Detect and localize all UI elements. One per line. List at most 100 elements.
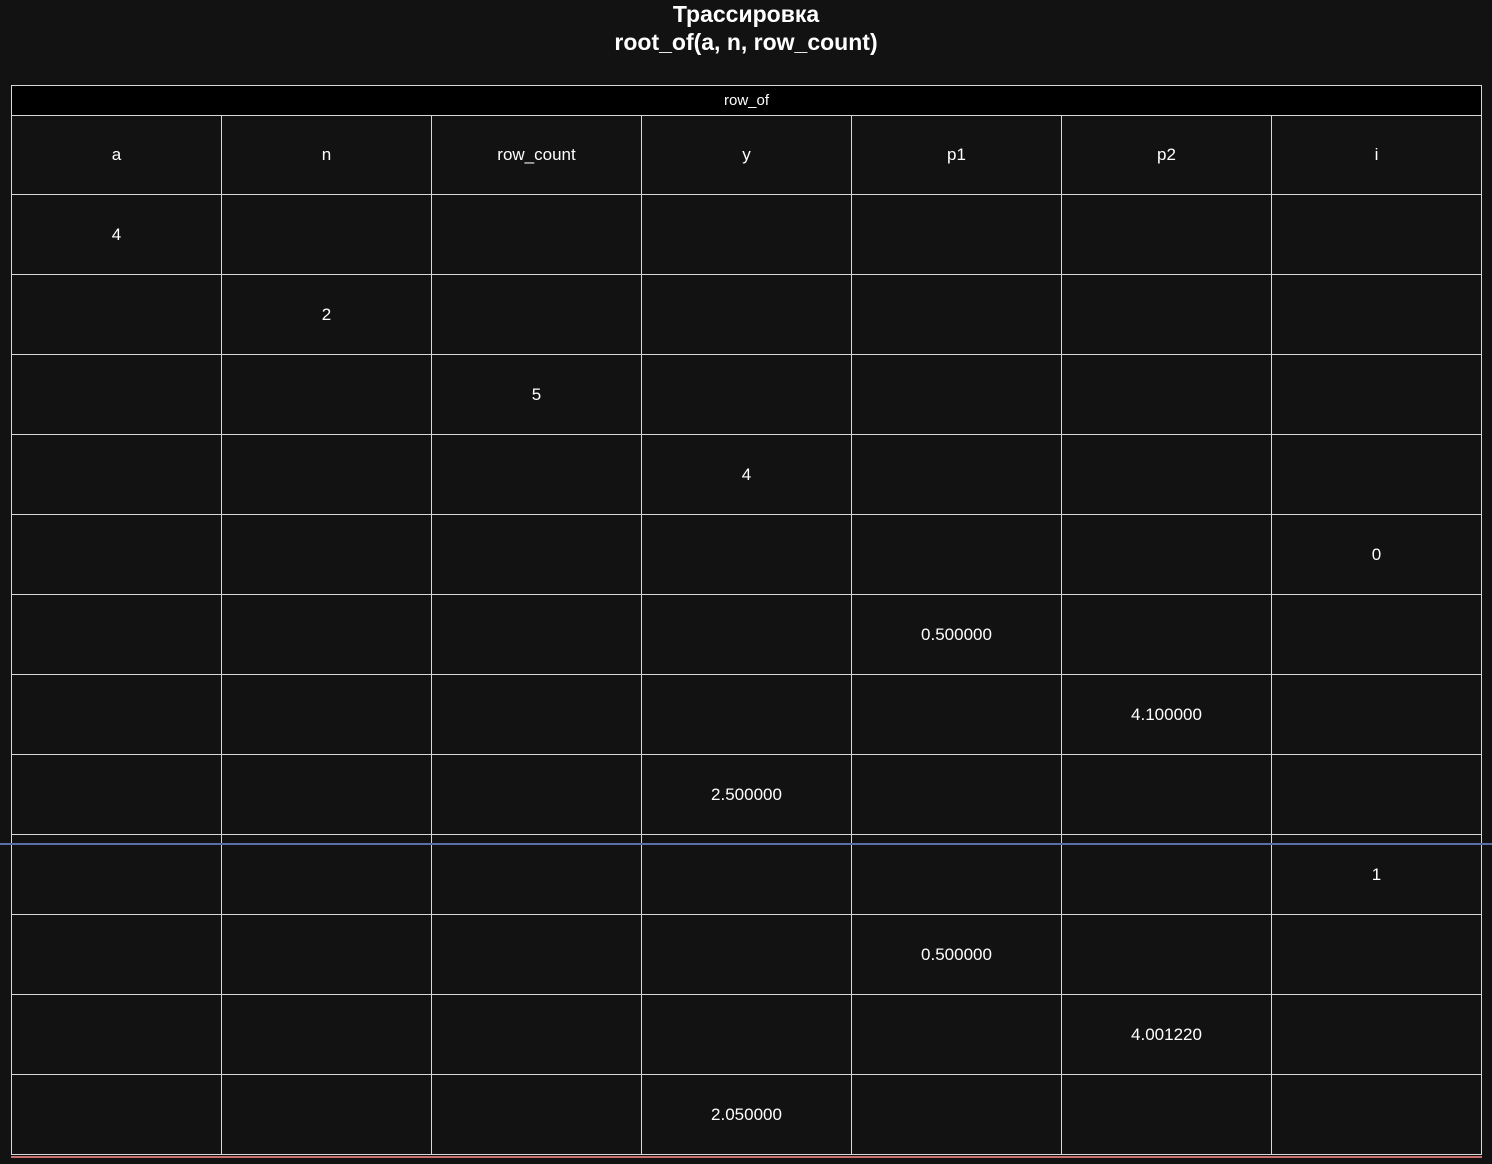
table-row: 4.100000	[11, 674, 1482, 755]
table-cell	[11, 434, 222, 515]
table-cell	[1271, 354, 1482, 435]
table-cell	[431, 994, 642, 1075]
table-cell	[431, 594, 642, 675]
table-cell	[851, 1074, 1062, 1155]
table-cell: 2.500000	[641, 754, 852, 835]
trace-table: row_of a n row_count y p1 p2 i 4 2 5 4 0 0.50…	[11, 85, 1482, 1155]
table-cell	[1061, 1074, 1272, 1155]
table-cell	[851, 274, 1062, 355]
page-title-line-1: Трассировка	[672, 1, 820, 27]
table-cell	[1271, 1074, 1482, 1155]
table-header-row: a n row_count y p1 p2 i	[11, 115, 1482, 195]
table-cell	[431, 914, 642, 995]
table-row: 5	[11, 354, 1482, 435]
table-cell	[641, 594, 852, 675]
table-cell	[1061, 514, 1272, 595]
table-cell	[431, 834, 642, 915]
table-cell	[851, 194, 1062, 275]
column-header-y: y	[641, 115, 852, 195]
table-cell	[1061, 594, 1272, 675]
table-cell	[221, 594, 432, 675]
table-cell	[11, 834, 222, 915]
table-cell	[431, 1074, 642, 1155]
table-cell	[221, 754, 432, 835]
table-cell	[1271, 274, 1482, 355]
column-header-n: n	[221, 115, 432, 195]
table-row: 0.500000	[11, 594, 1482, 675]
table-cell	[1271, 914, 1482, 995]
table-cell	[221, 194, 432, 275]
table-body: 4 2 5 4 0 0.500000 4.100000 2.500000 1 0.500000 4.…	[11, 194, 1482, 1155]
table-cell	[11, 754, 222, 835]
table-cell: 0	[1271, 514, 1482, 595]
table-row: 4	[11, 194, 1482, 275]
table-cell	[1271, 994, 1482, 1075]
table-cell	[641, 994, 852, 1075]
divider-line	[0, 843, 1492, 845]
table-cell	[1271, 594, 1482, 675]
table-cell	[431, 194, 642, 275]
table-cell	[11, 594, 222, 675]
table-cell	[431, 754, 642, 835]
table-cell: 2	[221, 274, 432, 355]
table-cell	[1061, 274, 1272, 355]
column-header-a: a	[11, 115, 222, 195]
divider-line-bottom	[11, 1156, 1482, 1158]
table-cell	[851, 674, 1062, 755]
column-header-row-count: row_count	[431, 115, 642, 195]
table-cell	[1271, 194, 1482, 275]
table-cell: 4.001220	[1061, 994, 1272, 1075]
table-cell	[11, 514, 222, 595]
table-row: 0.500000	[11, 914, 1482, 995]
table-cell	[221, 354, 432, 435]
table-cell: 5	[431, 354, 642, 435]
table-cell	[11, 994, 222, 1075]
table-cell: 4	[641, 434, 852, 515]
table-cell	[851, 994, 1062, 1075]
table-cell	[11, 274, 222, 355]
table-cell	[1061, 754, 1272, 835]
table-cell	[431, 674, 642, 755]
column-header-i: i	[1271, 115, 1482, 195]
table-cell	[641, 194, 852, 275]
table-cell	[851, 354, 1062, 435]
table-cell	[1061, 354, 1272, 435]
table-cell	[11, 1074, 222, 1155]
table-cell	[851, 514, 1062, 595]
table-cell: 4.100000	[1061, 674, 1272, 755]
table-cell	[851, 754, 1062, 835]
table-cell	[431, 514, 642, 595]
table-cell: 2.050000	[641, 1074, 852, 1155]
table-cell	[1061, 434, 1272, 515]
table-cell	[221, 834, 432, 915]
table-cell	[1271, 434, 1482, 515]
table-row: 2.050000	[11, 1074, 1482, 1155]
column-header-p2: p2	[1061, 115, 1272, 195]
table-row: 2.500000	[11, 754, 1482, 835]
table-row: 1	[11, 834, 1482, 915]
table-cell	[1271, 754, 1482, 835]
table-cell	[11, 354, 222, 435]
table-cell	[1271, 674, 1482, 755]
table-caption: row_of	[11, 85, 1482, 116]
table-cell	[431, 434, 642, 515]
page-title: Трассировка root_of(a, n, row_count)	[0, 0, 1492, 56]
table-cell: 0.500000	[851, 914, 1062, 995]
table-cell: 0.500000	[851, 594, 1062, 675]
table-cell	[221, 514, 432, 595]
table-cell	[221, 674, 432, 755]
column-header-p1: p1	[851, 115, 1062, 195]
table-row: 2	[11, 274, 1482, 355]
table-cell	[641, 674, 852, 755]
table-cell	[641, 834, 852, 915]
table-cell	[851, 434, 1062, 515]
table-cell	[641, 354, 852, 435]
table-cell	[851, 834, 1062, 915]
table-cell	[11, 914, 222, 995]
table-cell	[431, 274, 642, 355]
table-cell	[1061, 834, 1272, 915]
table-row: 4	[11, 434, 1482, 515]
table-cell: 4	[11, 194, 222, 275]
page-title-line-2: root_of(a, n, row_count)	[614, 29, 878, 55]
table-cell: 1	[1271, 834, 1482, 915]
